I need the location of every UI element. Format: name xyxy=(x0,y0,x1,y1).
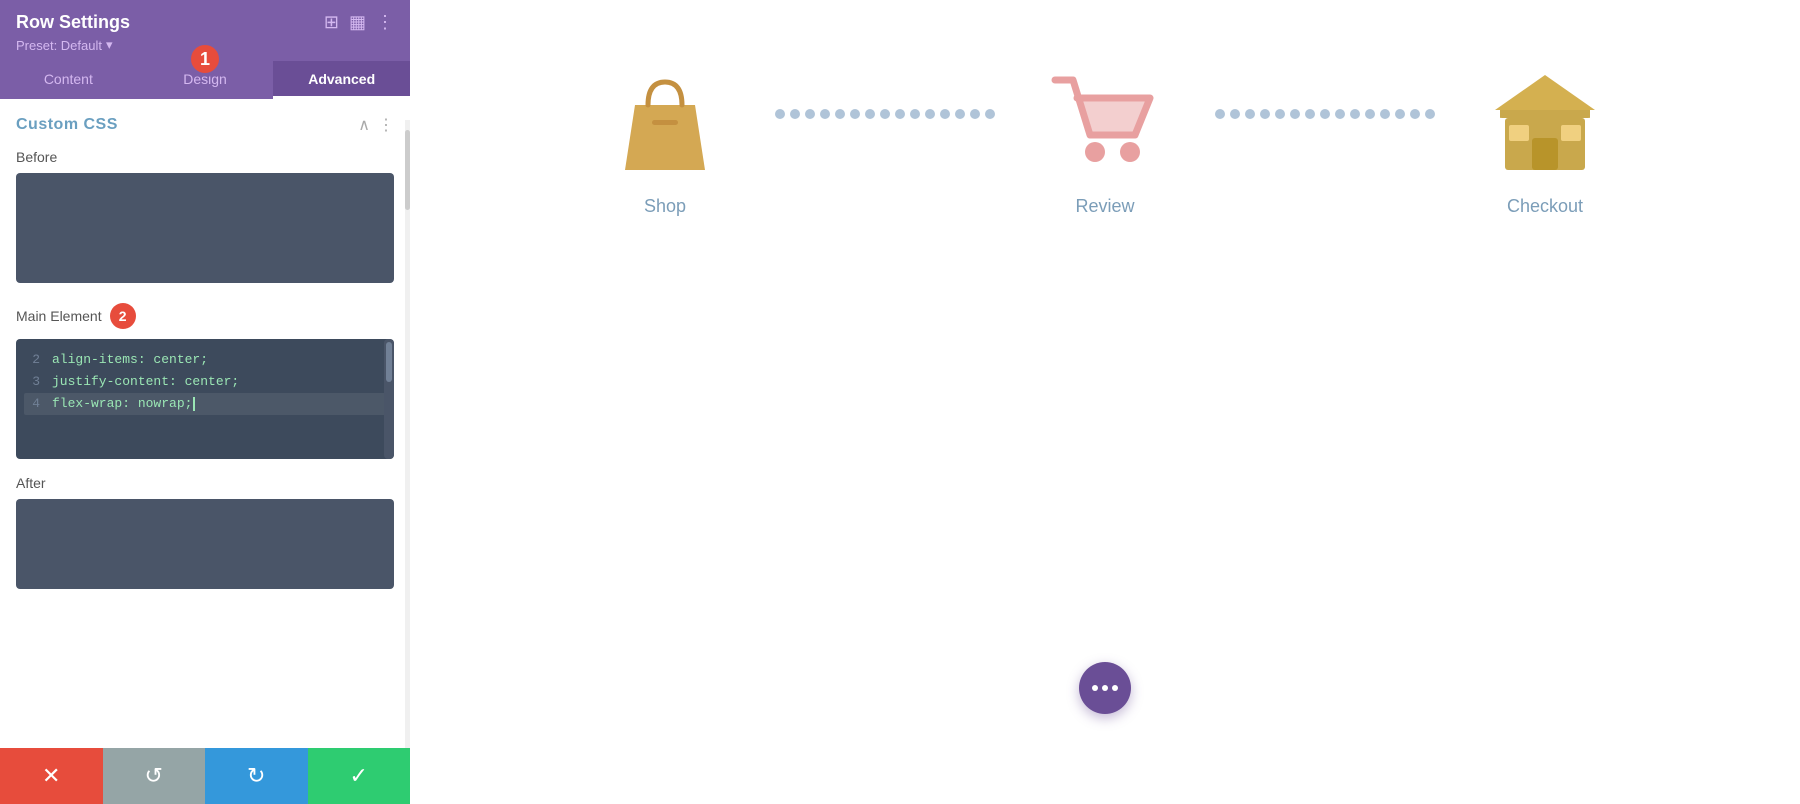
preset-label[interactable]: Preset: Default xyxy=(16,38,102,53)
flow-item-review: Review xyxy=(1005,60,1205,217)
cancel-button[interactable]: ✕ xyxy=(0,748,103,804)
panel-footer: ✕ ↺ ↻ ✓ xyxy=(0,748,410,804)
badge-1: 1 xyxy=(188,42,222,76)
undo-icon: ↺ xyxy=(145,763,163,789)
dot xyxy=(1290,109,1300,119)
after-label: After xyxy=(16,475,394,491)
cancel-icon: ✕ xyxy=(42,763,60,789)
css-line-2: 2 align-items: center; xyxy=(24,349,386,371)
dot xyxy=(970,109,980,119)
before-css-editor[interactable] xyxy=(16,173,394,283)
after-css-editor[interactable] xyxy=(16,499,394,589)
dot xyxy=(940,109,950,119)
dot xyxy=(1380,109,1390,119)
fab-dot-2 xyxy=(1102,685,1108,691)
dot xyxy=(1275,109,1285,119)
review-icon xyxy=(1045,60,1165,180)
dot xyxy=(1395,109,1405,119)
dot xyxy=(820,109,830,119)
dot xyxy=(985,109,995,119)
dot xyxy=(1305,109,1315,119)
panel-header: Row Settings ⊞ ▦ ⋮ Preset: Default ▾ 1 xyxy=(0,0,410,61)
flow-container: Shop xyxy=(470,60,1740,217)
shop-icon xyxy=(605,60,725,180)
main-element-row: Main Element 2 xyxy=(16,303,394,329)
fab-dots xyxy=(1092,685,1118,691)
panel-title: Row Settings xyxy=(16,12,130,33)
save-icon: ✓ xyxy=(350,763,368,789)
dot xyxy=(850,109,860,119)
fab-dot-3 xyxy=(1112,685,1118,691)
dot xyxy=(880,109,890,119)
panel-title-icons: ⊞ ▦ ⋮ xyxy=(324,12,394,33)
tab-content[interactable]: Content xyxy=(0,61,137,99)
panel-body: Custom CSS ∧ ⋮ Before Main Element 2 2 a… xyxy=(0,99,410,748)
dot xyxy=(1335,109,1345,119)
expand-icon[interactable]: ⊞ xyxy=(324,12,339,33)
badge-2: 2 xyxy=(110,303,136,329)
dot xyxy=(1410,109,1420,119)
more-icon[interactable]: ⋮ xyxy=(376,12,394,33)
dot xyxy=(835,109,845,119)
dot xyxy=(1320,109,1330,119)
columns-icon[interactable]: ▦ xyxy=(349,12,366,33)
editor-scrollbar[interactable] xyxy=(384,339,394,459)
dot xyxy=(1350,109,1360,119)
save-button[interactable]: ✓ xyxy=(308,748,411,804)
dot xyxy=(1260,109,1270,119)
dot xyxy=(1365,109,1375,119)
before-label: Before xyxy=(16,149,394,165)
right-area: Shop xyxy=(410,0,1800,804)
dot xyxy=(895,109,905,119)
dot xyxy=(925,109,935,119)
options-icon[interactable]: ⋮ xyxy=(378,115,394,135)
dot xyxy=(955,109,965,119)
dot xyxy=(775,109,785,119)
css-line-4: 4 flex-wrap: nowrap; xyxy=(24,393,386,415)
flow-item-shop: Shop xyxy=(565,60,765,217)
css-line-3: 3 justify-content: center; xyxy=(24,371,386,393)
dot xyxy=(1215,109,1225,119)
checkout-label: Checkout xyxy=(1507,196,1583,217)
scrollbar-thumb xyxy=(386,342,392,382)
fab-dot-1 xyxy=(1092,685,1098,691)
left-panel: Row Settings ⊞ ▦ ⋮ Preset: Default ▾ 1 C… xyxy=(0,0,410,804)
tab-advanced[interactable]: Advanced xyxy=(273,61,410,99)
redo-icon: ↻ xyxy=(247,763,265,789)
flow-dots-2 xyxy=(1205,109,1445,119)
review-label: Review xyxy=(1075,196,1134,217)
flow-dots-1 xyxy=(765,109,1005,119)
dot xyxy=(805,109,815,119)
fab-button[interactable] xyxy=(1079,662,1131,714)
dot xyxy=(1245,109,1255,119)
section-title: Custom CSS xyxy=(16,116,118,134)
flow-item-checkout: Checkout xyxy=(1445,60,1645,217)
main-element-label: Main Element xyxy=(16,308,102,324)
redo-button[interactable]: ↻ xyxy=(205,748,308,804)
main-element-css-editor[interactable]: 2 align-items: center; 3 justify-content… xyxy=(16,339,394,459)
section-controls: ∧ ⋮ xyxy=(358,115,394,135)
checkout-icon xyxy=(1485,60,1605,180)
dot xyxy=(790,109,800,119)
preset-arrow[interactable]: ▾ xyxy=(106,37,113,53)
dot xyxy=(1230,109,1240,119)
dot xyxy=(910,109,920,119)
dot xyxy=(1425,109,1435,119)
collapse-icon[interactable]: ∧ xyxy=(358,115,370,135)
undo-button[interactable]: ↺ xyxy=(103,748,206,804)
dot xyxy=(865,109,875,119)
shop-label: Shop xyxy=(644,196,686,217)
custom-css-section-header: Custom CSS ∧ ⋮ xyxy=(16,115,394,135)
